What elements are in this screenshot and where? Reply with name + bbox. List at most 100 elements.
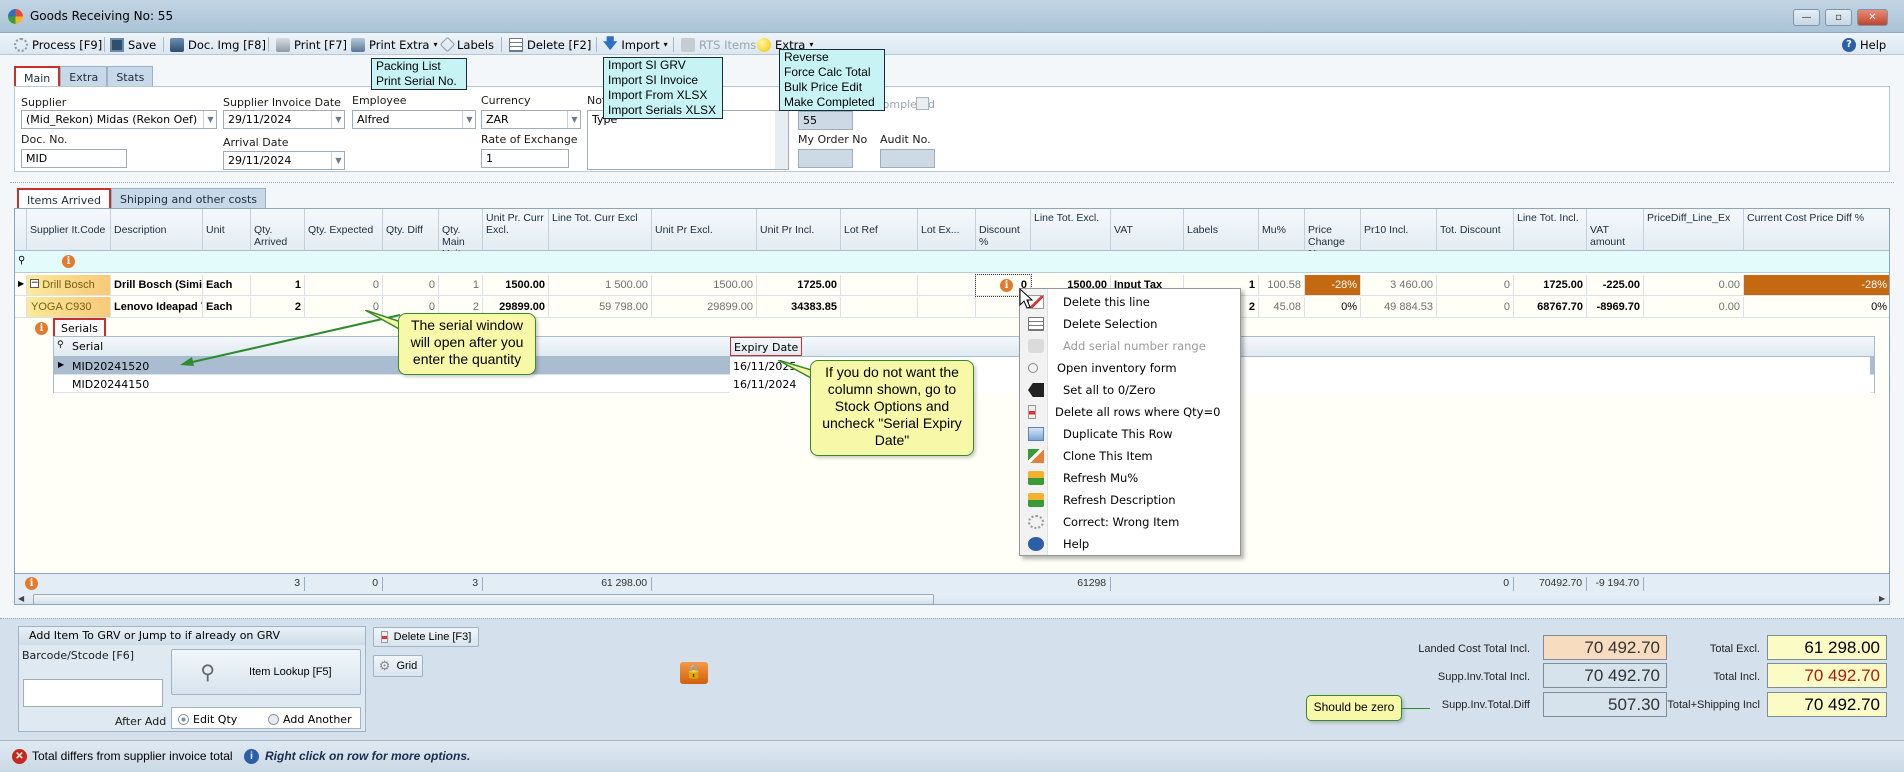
horizontal-scrollbar[interactable]: ◀ ▶	[15, 593, 1889, 604]
save-button[interactable]: Save	[110, 36, 156, 53]
cell-vat-amount[interactable]: -225.00	[1587, 275, 1644, 296]
chevron-down-icon[interactable]: ▼	[567, 111, 581, 128]
tab-main[interactable]: Main	[14, 66, 61, 86]
tab-items-arrived[interactable]: Items Arrived	[17, 188, 111, 208]
import-button[interactable]: 🡇 Import ▾	[603, 36, 668, 53]
cell-pr10-incl[interactable]: 3 460.00	[1361, 275, 1437, 296]
context-menu-item[interactable]: Open inventory form	[1020, 357, 1240, 379]
chevron-down-icon[interactable]: ▼	[462, 111, 476, 128]
menu-item-import-si-grv[interactable]: Import SI GRV	[608, 58, 718, 73]
menu-item-import-si-invoice[interactable]: Import SI Invoice	[608, 73, 718, 88]
cell-pr10-incl[interactable]: 49 884.53	[1361, 297, 1437, 318]
scroll-left-icon[interactable]: ◀	[18, 594, 24, 603]
expiry-date-column-header[interactable]: Expiry Date	[730, 337, 803, 356]
labels-button[interactable]: Labels	[439, 36, 494, 53]
row-indicator-icon[interactable]: ▶	[15, 275, 27, 296]
cell-tot-discount[interactable]: 0	[1437, 275, 1514, 296]
delete-line-button[interactable]: Delete Line [F3]	[373, 627, 479, 647]
column-header[interactable]: PriceDiff_Line_Ex	[1644, 209, 1744, 251]
notes-scrollbar[interactable]	[775, 111, 788, 169]
cell-unit[interactable]: Each	[203, 275, 251, 296]
cell-mu[interactable]: 100.58	[1259, 275, 1305, 296]
tab-stats[interactable]: Stats	[107, 66, 154, 86]
cell-current-cost-diff[interactable]: -28%	[1744, 275, 1889, 296]
context-menu-item[interactable]: Refresh Description	[1020, 489, 1240, 511]
context-menu-item[interactable]: Delete all rows where Qty=0	[1020, 401, 1240, 423]
column-header[interactable]: VAT	[1111, 209, 1184, 251]
column-header[interactable]: Line Tot. Curr Excl	[549, 209, 652, 251]
column-header[interactable]: Tot. Discount	[1437, 209, 1514, 251]
column-header[interactable]: VAT amount	[1587, 209, 1644, 251]
column-header[interactable]: Supplier It.Code	[27, 209, 111, 251]
context-menu-item[interactable]: Delete this line	[1020, 291, 1240, 313]
cell-line-tot-incl[interactable]: 68767.70	[1514, 297, 1587, 318]
column-header[interactable]: Qty. Expected	[305, 209, 383, 251]
chevron-down-icon[interactable]: ▼	[203, 111, 217, 128]
column-header[interactable]: Lot Ref	[841, 209, 918, 251]
rate-of-exchange-field[interactable]: 1	[481, 149, 569, 168]
context-menu-item[interactable]: Help	[1020, 533, 1240, 555]
cell-line-tot-curr-excl[interactable]: 59 798.00	[549, 297, 652, 318]
lock-icon[interactable]: 🔒	[680, 662, 708, 684]
column-header[interactable]: Line Tot. Excl.	[1031, 209, 1111, 251]
notes-textarea[interactable]: Type	[587, 110, 789, 170]
menu-item-import-xlsx[interactable]: Import From XLSX	[608, 88, 718, 103]
menu-item-packing-list[interactable]: Packing List	[376, 59, 462, 74]
cell-unit-pr-incl[interactable]: 34383.85	[757, 297, 841, 318]
scrollbar-thumb[interactable]	[33, 594, 934, 604]
menu-item-reverse[interactable]: Reverse	[784, 50, 880, 65]
print-button[interactable]: Print [F7]	[276, 36, 347, 53]
supplier-select[interactable]: (Mid_Rekon) Midas (Rekon Oef)	[21, 110, 217, 129]
serial-cell[interactable]: MID20241520	[72, 360, 149, 373]
item-lookup-button[interactable]: ⚲ Item Lookup [F5]	[171, 649, 361, 695]
audit-no-field[interactable]	[880, 149, 935, 168]
print-extra-button[interactable]: Print Extra ▾	[351, 36, 437, 53]
cell-price-change[interactable]: 0%	[1305, 297, 1361, 318]
add-another-radio[interactable]: Add Another	[268, 713, 352, 726]
tab-shipping-costs[interactable]: Shipping and other costs	[110, 188, 266, 208]
cell-qty-diff[interactable]: 0	[383, 275, 439, 296]
context-menu-item[interactable]: Clone This Item	[1020, 445, 1240, 467]
menu-item-force-calc-total[interactable]: Force Calc Total	[784, 65, 880, 80]
cell-unit-pr-excl[interactable]: 29899.00	[652, 297, 757, 318]
column-header[interactable]: Qty. Diff	[383, 209, 439, 251]
currency-select[interactable]: ZAR	[481, 110, 581, 129]
column-header[interactable]: Pr10 Incl.	[1361, 209, 1437, 251]
rts-items-button[interactable]: RTS Items	[681, 36, 756, 53]
process-button[interactable]: Process [F9]	[14, 36, 102, 53]
context-menu-item[interactable]: Delete Selection	[1020, 313, 1240, 335]
cell-price-diff-line[interactable]: 0.00	[1644, 275, 1744, 296]
cell-mu[interactable]: 45.08	[1259, 297, 1305, 318]
delete-button[interactable]: Delete [F2]	[509, 36, 591, 53]
doc-no-field[interactable]: MID	[21, 149, 127, 168]
cell-code[interactable]: Drill Bosch	[27, 275, 111, 296]
doc-img-button[interactable]: Doc. Img [F8]	[170, 36, 266, 53]
column-header[interactable]: Qty. Arrived	[251, 209, 305, 251]
scroll-right-icon[interactable]: ▶	[1879, 594, 1885, 603]
cell-tot-discount[interactable]: 0	[1437, 297, 1514, 318]
chevron-down-icon[interactable]: ▼	[331, 152, 345, 169]
context-menu-item[interactable]: Add serial number range	[1020, 335, 1240, 357]
context-menu-item[interactable]: Set all to 0/Zero	[1020, 379, 1240, 401]
my-order-no-field[interactable]	[798, 149, 853, 168]
column-header[interactable]: Description	[111, 209, 203, 251]
column-header[interactable]: Labels	[1184, 209, 1259, 251]
cell-vat-amount[interactable]: -8969.70	[1587, 297, 1644, 318]
employee-select[interactable]: Alfred	[352, 110, 476, 129]
cell-current-cost-diff[interactable]: 0%	[1744, 297, 1889, 318]
column-header[interactable]: Unit	[203, 209, 251, 251]
cell-lot-ref[interactable]	[841, 297, 918, 318]
menu-item-make-completed[interactable]: Make Completed	[784, 95, 880, 110]
cell-qty-main[interactable]: 1	[439, 275, 483, 296]
collapse-icon[interactable]: −	[30, 279, 39, 288]
context-menu-item[interactable]: Refresh Mu%	[1020, 467, 1240, 489]
cell-line-tot-incl[interactable]: 1725.00	[1514, 275, 1587, 296]
maximize-button[interactable]: ▫	[1825, 9, 1852, 26]
column-header[interactable]: Discount %	[976, 209, 1031, 251]
edit-qty-radio[interactable]: Edit Qty	[178, 713, 237, 726]
tab-serials[interactable]: Serials	[53, 318, 106, 336]
column-header[interactable]: Line Tot. Incl.	[1514, 209, 1587, 251]
cell-lot-ex[interactable]	[918, 275, 976, 296]
completed-checkbox[interactable]	[916, 97, 929, 110]
barcode-input[interactable]	[23, 679, 163, 707]
